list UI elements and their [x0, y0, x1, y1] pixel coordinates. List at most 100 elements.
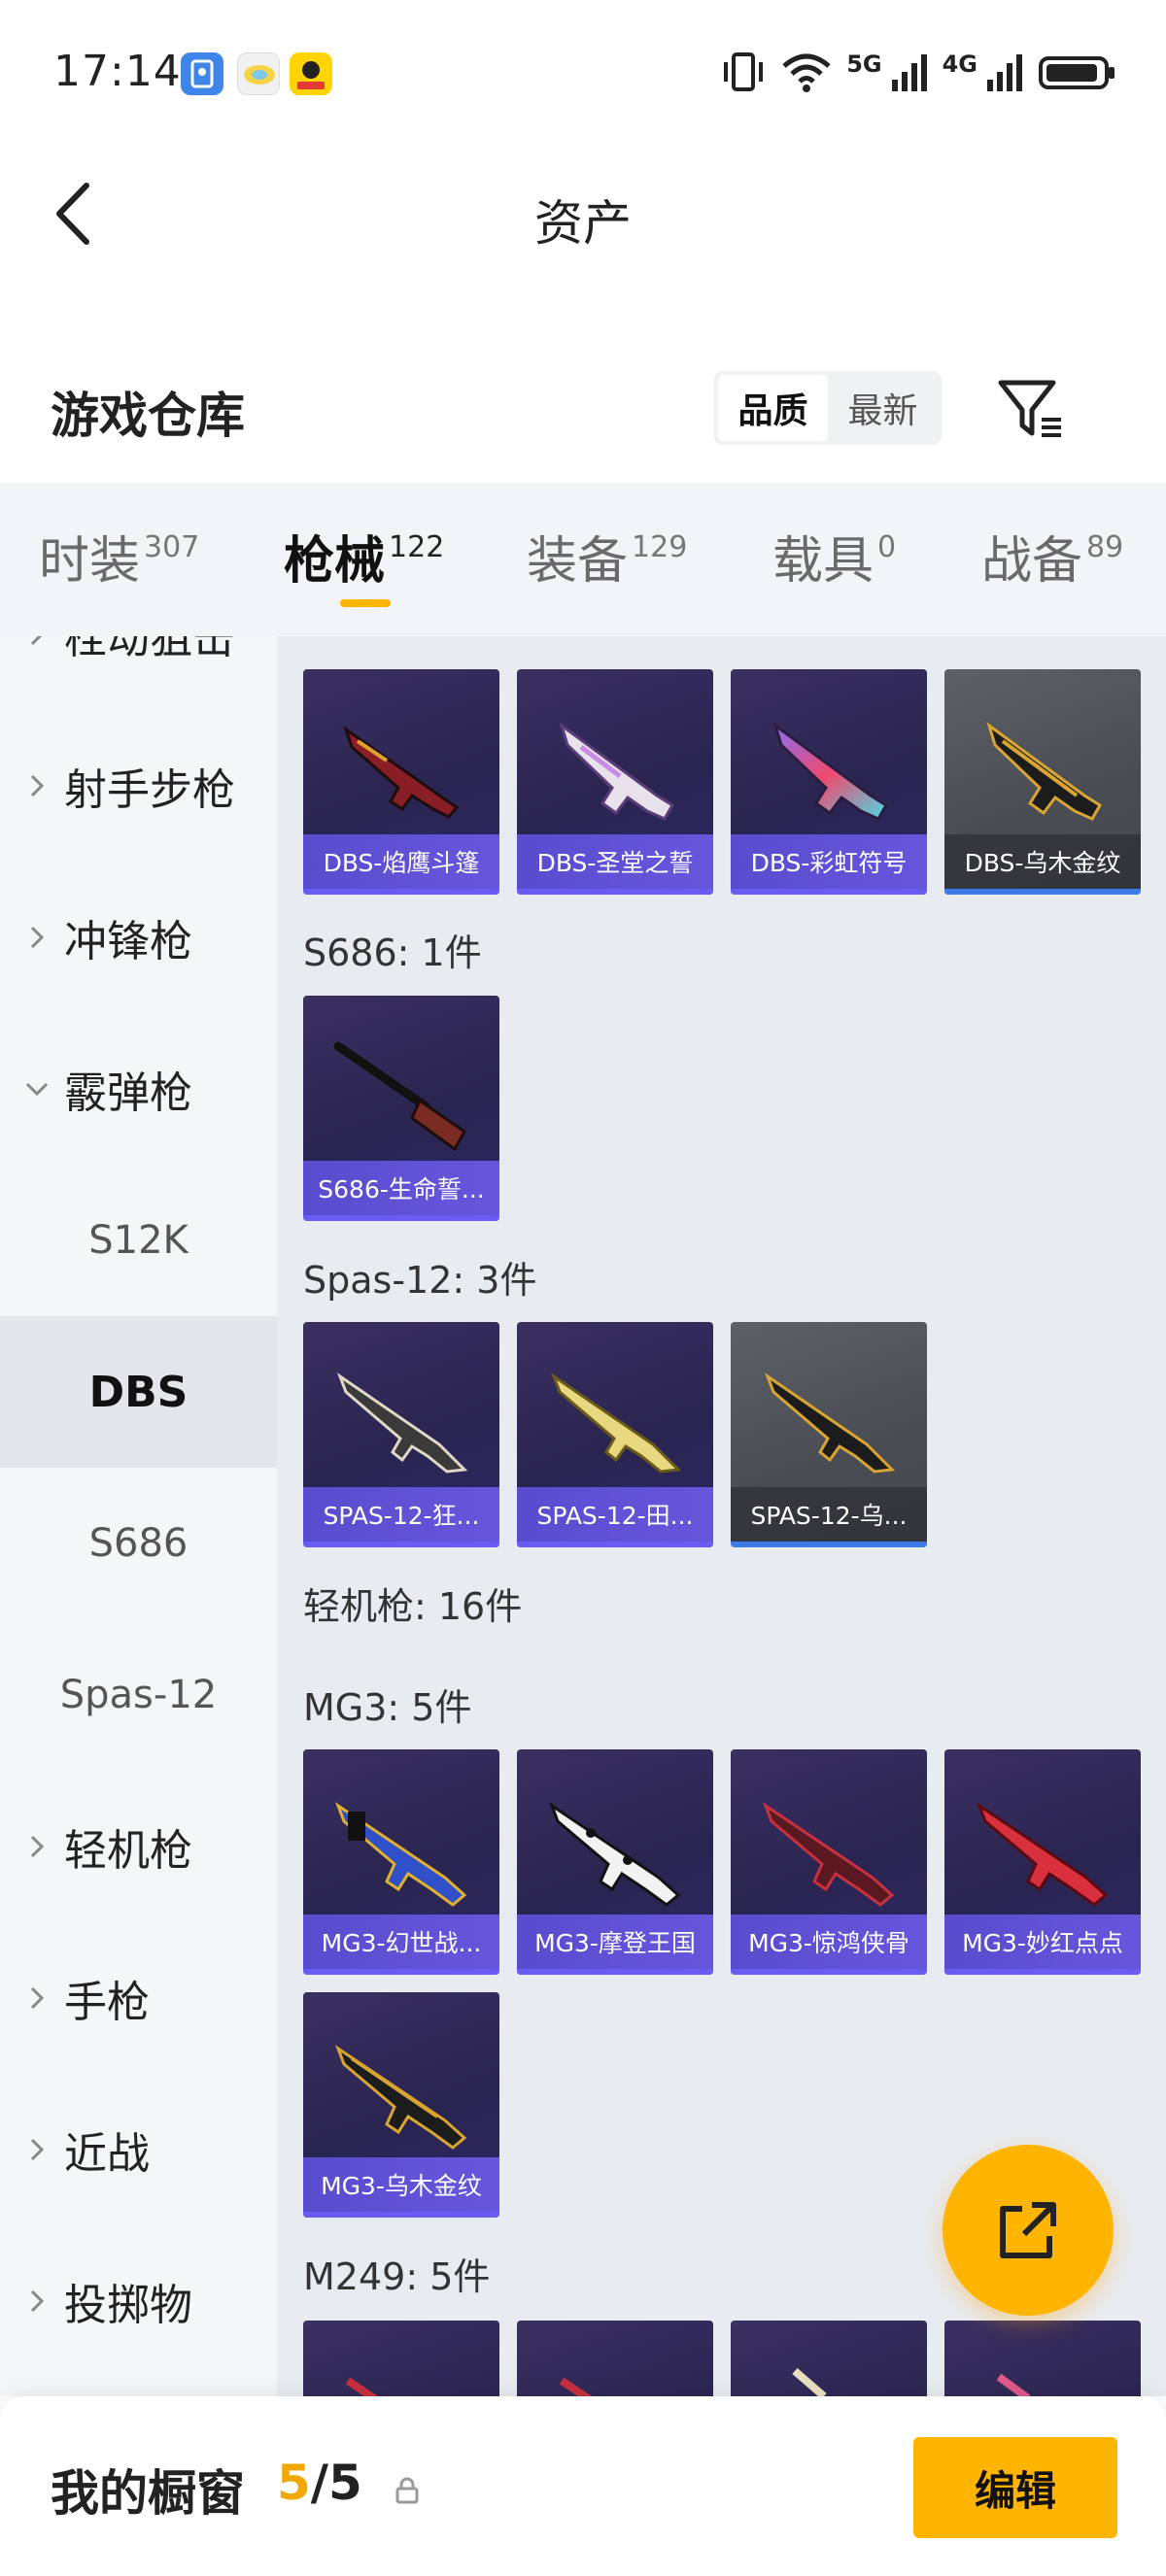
- filter-icon: [998, 380, 1061, 437]
- weapon-image: [548, 1802, 681, 1907]
- item-card[interactable]: [303, 2321, 499, 2396]
- item-card[interactable]: MG3-惊鸿侠骨: [731, 1749, 927, 1975]
- weapon-image: [336, 1373, 468, 1474]
- share-button[interactable]: [943, 2145, 1114, 2316]
- battery-icon: [1039, 56, 1115, 89]
- weapon-image: [764, 1373, 896, 1474]
- item-card[interactable]: SPAS-12-狂...: [303, 1322, 499, 1547]
- weapon-image: [343, 726, 460, 819]
- weapon-image: [559, 2377, 593, 2396]
- sidebar-item-lmg[interactable]: 轻机枪: [0, 1771, 277, 1922]
- sidebar-subitem-spas12[interactable]: Spas-12: [0, 1619, 277, 1771]
- item-name: MG3-惊鸿侠骨: [748, 1929, 909, 1957]
- item-name: MG3-摩登王国: [534, 1929, 696, 1957]
- tab-vehicles[interactable]: 载具 0: [772, 520, 896, 593]
- item-card[interactable]: MG3-摩登王国: [517, 1749, 713, 1975]
- item-name: MG3-乌木金纹: [321, 2172, 482, 2200]
- lock-icon: [395, 2477, 419, 2504]
- sidebar-item-shotgun[interactable]: 霰弹枪: [0, 1013, 277, 1165]
- item-grid: DBS-焰鹰斗篷 DBS-圣堂之誓 DBS-彩虹符号 DBS-乌木金纹 S686…: [277, 636, 1166, 2396]
- item-card[interactable]: SPAS-12-田...: [517, 1322, 713, 1547]
- item-card[interactable]: DBS-彩虹符号: [731, 669, 927, 895]
- wifi-icon: [782, 53, 831, 92]
- sidebar-item-melee[interactable]: 近战: [0, 2074, 277, 2225]
- item-card[interactable]: DBS-圣堂之誓: [517, 669, 713, 895]
- category-tabs: 时装 307 枪械 122 装备 129 载具 0 战备 89: [0, 483, 1166, 636]
- signal-icon: [987, 54, 1022, 91]
- active-tab-indicator: [340, 599, 391, 607]
- item-card[interactable]: DBS-乌木金纹: [944, 669, 1141, 895]
- item-name: MG3-幻世战...: [321, 1929, 482, 1957]
- item-card[interactable]: SPAS-12-乌...: [731, 1322, 927, 1547]
- item-card[interactable]: [731, 2321, 927, 2396]
- tab-equipment[interactable]: 装备 129: [527, 520, 687, 593]
- weapon-image: [792, 2367, 827, 2396]
- weapon-image: [559, 722, 675, 821]
- chevron-down-icon: [0, 1080, 64, 1098]
- item-card[interactable]: S686-生命誓...: [303, 996, 499, 1221]
- item-name: SPAS-12-狂...: [323, 1502, 480, 1530]
- edit-button[interactable]: 编辑: [913, 2437, 1117, 2538]
- tab-fashion[interactable]: 时装 307: [39, 520, 199, 593]
- item-name: DBS-圣堂之誓: [536, 849, 694, 877]
- sidebar-item-smg[interactable]: 冲锋枪: [0, 862, 277, 1013]
- tab-firearms[interactable]: 枪械 122: [284, 520, 444, 593]
- sidebar-item-pistol[interactable]: 手枪: [0, 1922, 277, 2074]
- sort-option-quality[interactable]: 品质: [718, 375, 828, 441]
- group-title: 轻机枪: 16件: [303, 1585, 523, 1628]
- item-name: DBS-彩虹符号: [750, 849, 908, 877]
- chevron-right-icon: [0, 1984, 64, 2012]
- sidebar-item-label: 栓动狙击: [64, 636, 235, 663]
- status-time: 17:14: [53, 47, 182, 96]
- group-title: MG3: 5件: [303, 1686, 472, 1729]
- item-card[interactable]: DBS-焰鹰斗篷: [303, 669, 499, 895]
- sidebar-item-label: 射手步枪: [64, 765, 235, 815]
- sidebar-subitem-s12k[interactable]: S12K: [0, 1165, 277, 1316]
- page-title: 资产: [534, 195, 632, 252]
- network-label: 5G: [846, 51, 882, 78]
- sidebar-item-label: 冲锋枪: [64, 917, 192, 966]
- item-card[interactable]: [517, 2321, 713, 2396]
- sidebar-item-label: 近战: [64, 2129, 150, 2179]
- status-bar: 17:14 5G 4G: [0, 0, 1166, 146]
- sidebar-item-label: 手枪: [64, 1978, 150, 2027]
- filter-button[interactable]: [993, 369, 1071, 447]
- chevron-right-icon: [0, 2136, 64, 2163]
- warehouse-title: 游戏仓库: [51, 388, 245, 444]
- weapon-image: [762, 1802, 895, 1907]
- sidebar-item-label: 轻机枪: [64, 1826, 192, 1876]
- weapon-image: [334, 1802, 467, 1907]
- item-card[interactable]: MG3-幻世战...: [303, 1749, 499, 1975]
- weapon-image: [986, 722, 1103, 821]
- weapon-image: [772, 722, 889, 821]
- item-name: S686-生命誓...: [318, 1175, 485, 1203]
- sidebar-item-label: 霰弹枪: [64, 1068, 192, 1118]
- network-label: 4G: [942, 51, 977, 78]
- notification-app-icon: [181, 52, 223, 95]
- weapon-image: [333, 1041, 466, 1152]
- weapon-image: [334, 2045, 467, 2150]
- sidebar-item-throwable[interactable]: 投掷物: [0, 2225, 277, 2377]
- weapon-image: [976, 1802, 1109, 1907]
- sidebar-item-bolt-sniper[interactable]: 栓动狙击: [0, 636, 277, 710]
- sidebar-item-marksman-rifle[interactable]: 射手步枪: [0, 710, 277, 862]
- item-card[interactable]: MG3-乌木金纹: [303, 1992, 499, 2218]
- item-card[interactable]: [944, 2321, 1141, 2396]
- signal-icon: [891, 54, 927, 91]
- showcase-title: 我的橱窗: [51, 2465, 245, 2522]
- sidebar: 栓动狙击 射手步枪 冲锋枪 霰弹枪 S12K DBS S686 Spas-12 …: [0, 636, 277, 2396]
- chevron-right-icon: [0, 772, 64, 799]
- item-card[interactable]: MG3-妙红点点: [944, 1749, 1141, 1975]
- notification-app-icon: [237, 52, 280, 95]
- item-name: DBS-焰鹰斗篷: [323, 849, 480, 877]
- sidebar-subitem-s686[interactable]: S686: [0, 1468, 277, 1619]
- showcase-count: 5/5: [277, 2455, 362, 2511]
- vibrate-icon: [724, 52, 764, 91]
- sidebar-subitem-dbs[interactable]: DBS: [0, 1316, 277, 1468]
- item-name: SPAS-12-田...: [536, 1502, 694, 1530]
- status-icons: 5G 4G: [720, 51, 1117, 93]
- item-name: DBS-乌木金纹: [964, 849, 1121, 877]
- sort-option-latest[interactable]: 最新: [828, 375, 938, 441]
- tab-supplies[interactable]: 战备 89: [981, 520, 1123, 593]
- notification-app-icon: [290, 52, 332, 95]
